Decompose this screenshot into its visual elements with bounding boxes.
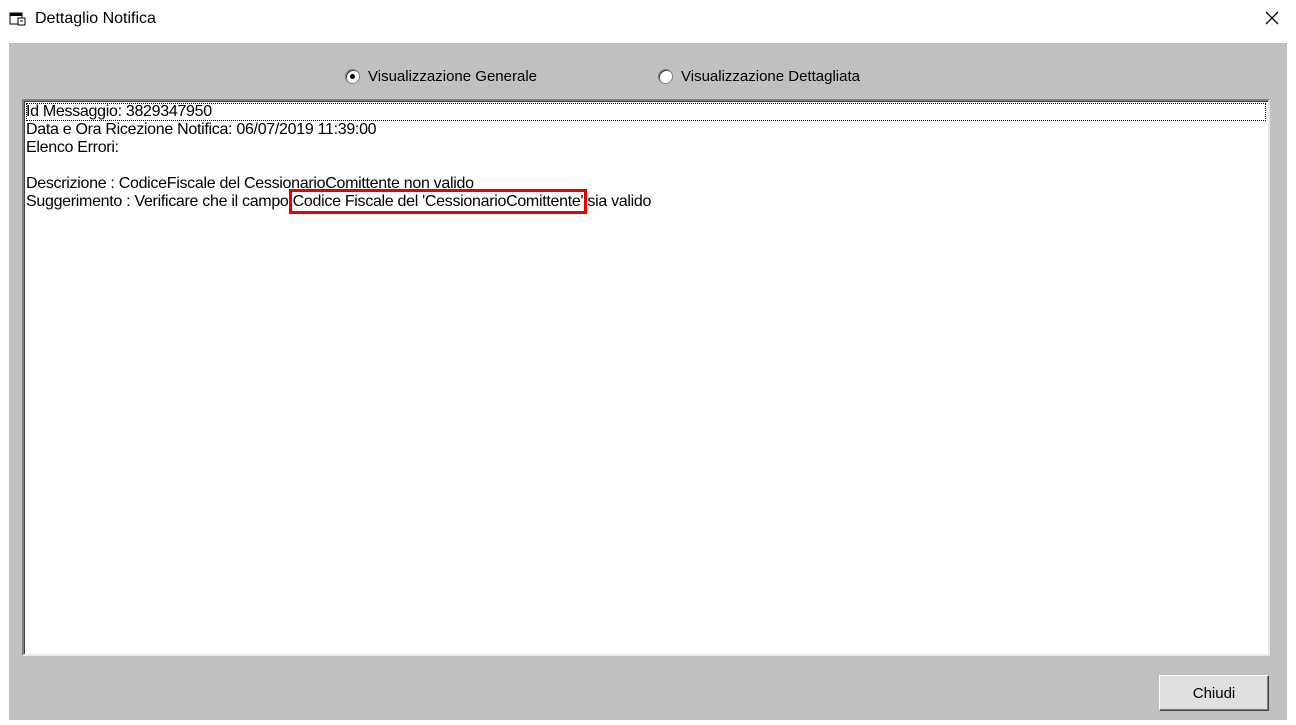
window-icon (9, 11, 27, 27)
notification-details-textbox[interactable]: Id Messaggio: 3829347950 Data e Ora Rice… (22, 99, 1270, 656)
dialog-body: Visualizzazione Generale Visualizzazione… (9, 43, 1287, 720)
error-description-line: Descrizione : CodiceFiscale del Cessiona… (26, 175, 474, 192)
title-bar: Dettaglio Notifica (0, 0, 1296, 40)
close-icon[interactable] (1264, 10, 1280, 31)
chiudi-button[interactable]: Chiudi (1159, 675, 1269, 711)
window-title: Dettaglio Notifica (35, 10, 156, 27)
errors-list-heading: Elenco Errori: (26, 139, 119, 156)
radio-detailed-label[interactable]: Visualizzazione Dettagliata (681, 68, 860, 85)
message-id-line: Id Messaggio: 3829347950 (26, 103, 1266, 121)
radio-general-label[interactable]: Visualizzazione Generale (368, 68, 537, 85)
highlighted-field-name: Codice Fiscale del 'CessionarioComittent… (288, 189, 588, 214)
radio-button-checked[interactable] (345, 68, 360, 84)
receipt-datetime-line: Data e Ora Ricezione Notifica: 06/07/201… (26, 121, 377, 138)
suggestion-suffix: sia valido (583, 193, 652, 210)
close-window-button[interactable] (1248, 0, 1296, 40)
notification-detail-window: Dettaglio Notifica Visualizzazione Gener… (0, 0, 1296, 725)
suggestion-prefix: Suggerimento : Verificare che il campo (26, 193, 293, 210)
radio-general-view[interactable]: Visualizzazione Generale (345, 67, 537, 85)
radio-detailed-view[interactable]: Visualizzazione Dettagliata (658, 67, 860, 85)
suggestion-line: Suggerimento : Verificare che il campo C… (26, 189, 1266, 214)
radio-button-unchecked[interactable] (658, 68, 673, 84)
